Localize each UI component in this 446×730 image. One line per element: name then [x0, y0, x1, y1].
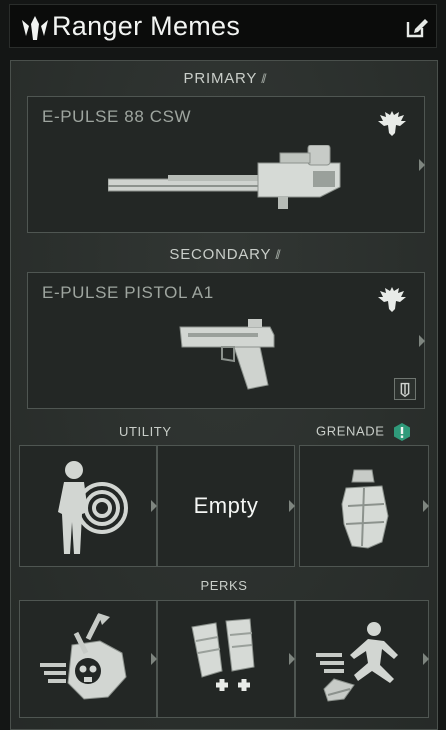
alert-badge-icon: [393, 423, 410, 441]
utility-slot-2[interactable]: Empty: [157, 445, 295, 567]
grenade-section-label: GRENADE: [316, 422, 412, 442]
utility-slot-1[interactable]: [19, 445, 157, 567]
empty-slot-label: Empty: [193, 493, 259, 518]
edit-icon[interactable]: [404, 14, 430, 40]
sprinting-soldier-perk-icon: [316, 622, 398, 702]
primary-weapon-name: E-PULSE 88 CSW: [42, 107, 192, 126]
loadout-panel: PRIMARY// E-PULSE 88 CSW SECONDARY// E-P…: [10, 60, 438, 730]
helldivers-logo-icon: [22, 16, 48, 40]
plasma-pistol-icon: [179, 319, 275, 390]
chevron-right-icon: [419, 334, 425, 347]
skull-arrow-perk-icon: [40, 613, 127, 700]
extra-magazines-perk-icon: [191, 618, 255, 691]
eagle-emblem-icon: [378, 111, 406, 136]
secondary-weapon-slot[interactable]: E-PULSE PISTOL A1: [27, 272, 425, 409]
eagle-emblem-icon: [378, 287, 406, 312]
primary-section-label: PRIMARY//: [183, 70, 267, 87]
primary-weapon-slot[interactable]: E-PULSE 88 CSW: [27, 96, 425, 233]
secondary-weapon-name: E-PULSE PISTOL A1: [42, 283, 214, 302]
utility-section-label: UTILITY: [119, 424, 172, 439]
perks-section-label: PERKS: [200, 578, 248, 593]
chevron-right-icon: [289, 500, 295, 512]
loadout-header: Ranger Memes: [9, 4, 437, 48]
perk-slot-2[interactable]: [157, 600, 295, 718]
perk-slot-1[interactable]: [19, 600, 157, 718]
plasma-rifle-icon: [108, 145, 341, 209]
chevron-right-icon: [419, 158, 425, 171]
grenade-slot[interactable]: [299, 445, 429, 567]
secondary-section-label: SECONDARY//: [169, 246, 280, 263]
sidearm-badge-icon: [394, 378, 416, 400]
chevron-right-icon: [423, 653, 429, 665]
perk-slot-3[interactable]: [295, 600, 429, 718]
chevron-right-icon: [423, 500, 429, 512]
loadout-title: Ranger Memes: [52, 11, 241, 41]
grenade-icon: [341, 469, 389, 549]
shield-soldier-icon: [58, 461, 128, 554]
